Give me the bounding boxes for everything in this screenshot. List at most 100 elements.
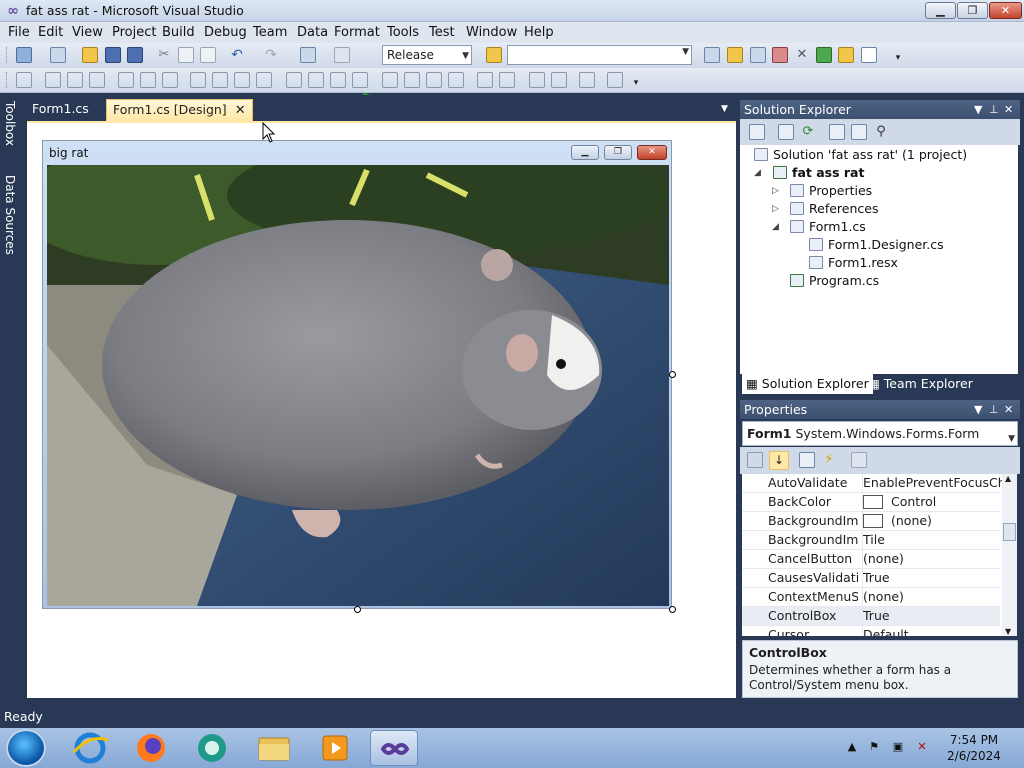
class-diagram-icon[interactable]: ⚲	[873, 124, 889, 140]
menu-tools[interactable]: Tools	[387, 24, 419, 41]
tab-form1-design[interactable]: Form1.cs [Design] ✕	[106, 99, 253, 121]
windows-start-icon[interactable]	[6, 729, 46, 767]
align-bottoms-icon[interactable]	[162, 72, 178, 88]
tree-item-form1-designer[interactable]: Form1.Designer.cs	[809, 237, 944, 253]
view-code-icon[interactable]	[829, 124, 845, 140]
menu-edit[interactable]: Edit	[38, 24, 63, 41]
tree-item-references[interactable]: References	[790, 201, 878, 217]
close-icon[interactable]: ✕	[1004, 100, 1013, 119]
tab-team-explorer[interactable]: ▦ Team Explorer	[864, 374, 977, 394]
properties-icon[interactable]	[749, 124, 765, 140]
property-row[interactable]: AutoValidate EnablePreventFocusChange	[742, 474, 1002, 493]
property-grid-scrollbar[interactable]: ▲ ▼	[1002, 474, 1017, 636]
tools-icon[interactable]: ✕	[794, 47, 810, 63]
remove-vertical-spacing-icon[interactable]	[448, 72, 464, 88]
pin-icon[interactable]: ⊥	[989, 100, 999, 119]
property-value[interactable]: EnablePreventFocusChange	[862, 474, 1002, 492]
tree-item-solution[interactable]: Solution 'fat ass rat' (1 project)	[754, 147, 967, 163]
menu-build[interactable]: Build	[162, 24, 195, 41]
align-tops-icon[interactable]	[118, 72, 134, 88]
solution-configuration-combo[interactable]: Release ▼	[382, 45, 472, 65]
form-close-button[interactable]: ✕	[637, 145, 667, 160]
align-middles-icon[interactable]	[140, 72, 156, 88]
find-in-files-icon[interactable]	[486, 47, 502, 63]
internet-explorer-icon[interactable]	[66, 730, 114, 766]
center-vertically-icon[interactable]	[499, 72, 515, 88]
open-file-icon[interactable]	[82, 47, 98, 63]
paste-icon[interactable]	[200, 47, 216, 63]
chevron-down-icon[interactable]: ▼	[974, 400, 982, 419]
solution-platform-combo[interactable]: ▼	[507, 45, 692, 65]
show-hidden-icons-icon[interactable]: ▲	[845, 740, 859, 754]
collapsed-arrow-icon[interactable]: ▷	[772, 186, 779, 196]
view-designer-icon[interactable]	[851, 124, 867, 140]
property-value-container[interactable]: (none)	[862, 512, 1002, 530]
close-icon[interactable]: ✕	[1004, 400, 1013, 419]
close-button[interactable]: ✕	[989, 2, 1022, 19]
alphabetical-icon[interactable]: ↓	[769, 451, 789, 470]
collapsed-arrow-icon[interactable]: ▷	[772, 204, 779, 214]
clock[interactable]: 7:54 PM 2/6/2024	[932, 732, 1016, 764]
designed-form[interactable]: big rat ▁ ❐ ✕	[42, 140, 672, 609]
tree-item-properties[interactable]: Properties	[790, 183, 872, 199]
command-window-icon[interactable]	[861, 47, 877, 63]
data-sources-tab[interactable]: Data Sources	[2, 175, 18, 255]
chevron-down-icon[interactable]: ▼	[974, 100, 982, 119]
firefox-icon[interactable]	[127, 730, 175, 766]
property-value[interactable]: Default	[862, 626, 1002, 636]
solution-explorer-icon[interactable]	[704, 47, 720, 63]
equal-vertical-spacing-icon[interactable]	[382, 72, 398, 88]
menu-window[interactable]: Window	[466, 24, 517, 41]
property-value[interactable]: Tile	[862, 531, 1002, 549]
chat-app-icon[interactable]	[188, 730, 236, 766]
extension-manager-icon[interactable]	[838, 47, 854, 63]
property-value[interactable]: True	[862, 569, 1002, 587]
volume-muted-icon[interactable]: ✕	[915, 740, 929, 754]
property-row[interactable]: Cursor Default	[742, 626, 1000, 636]
navigate-forward-icon[interactable]	[334, 47, 350, 63]
menu-team[interactable]: Team	[253, 24, 287, 41]
toolbar-grip[interactable]	[6, 47, 9, 63]
align-to-grid-icon[interactable]	[16, 72, 32, 88]
property-value[interactable]: True	[862, 607, 1002, 625]
scroll-down-icon[interactable]: ▼	[1005, 627, 1011, 636]
form-minimize-button[interactable]: ▁	[571, 145, 599, 160]
copy-icon[interactable]	[178, 47, 194, 63]
resize-handle-right[interactable]	[669, 371, 676, 378]
object-browser-icon[interactable]	[750, 47, 766, 63]
property-value[interactable]: (none)	[862, 550, 1002, 568]
tree-item-form1-resx[interactable]: Form1.resx	[809, 255, 898, 271]
network-icon[interactable]: ▣	[891, 740, 905, 754]
align-lefts-icon[interactable]	[45, 72, 61, 88]
pin-icon[interactable]: ⊥	[989, 400, 999, 419]
new-project-icon[interactable]	[16, 47, 32, 63]
menu-help[interactable]: Help	[524, 24, 554, 41]
menu-data[interactable]: Data	[297, 24, 328, 41]
decrease-horizontal-spacing-icon[interactable]	[330, 72, 346, 88]
toolbox-icon[interactable]	[772, 47, 788, 63]
property-row[interactable]: CancelButton (none)	[742, 550, 1000, 569]
menu-format[interactable]: Format	[334, 24, 380, 41]
redo-icon[interactable]: ↷	[263, 47, 279, 63]
lock-controls-icon[interactable]	[607, 72, 623, 88]
property-pages-icon[interactable]	[851, 452, 867, 468]
tab-solution-explorer[interactable]: ▦ Solution Explorer	[742, 374, 873, 394]
form-maximize-button[interactable]: ❐	[604, 145, 632, 160]
start-page-icon[interactable]	[816, 47, 832, 63]
file-explorer-icon[interactable]	[250, 730, 298, 766]
expanded-arrow-icon[interactable]: ◢	[754, 168, 761, 178]
resize-handle-corner[interactable]	[669, 606, 676, 613]
make-same-height-icon[interactable]	[234, 72, 250, 88]
toolbar-options-icon[interactable]: ▾	[628, 72, 644, 88]
size-to-grid-icon[interactable]	[212, 72, 228, 88]
tab-form1-cs[interactable]: Form1.cs	[26, 99, 95, 121]
align-centers-icon[interactable]	[67, 72, 83, 88]
bring-to-front-icon[interactable]	[529, 72, 545, 88]
property-row[interactable]: BackgroundImageLayout Tile	[742, 531, 1000, 550]
navigate-backward-icon[interactable]	[300, 47, 316, 63]
increase-vertical-spacing-icon[interactable]	[404, 72, 420, 88]
menu-project[interactable]: Project	[112, 24, 156, 41]
send-to-back-icon[interactable]	[551, 72, 567, 88]
media-player-icon[interactable]	[311, 730, 359, 766]
properties-window-icon[interactable]	[727, 47, 743, 63]
